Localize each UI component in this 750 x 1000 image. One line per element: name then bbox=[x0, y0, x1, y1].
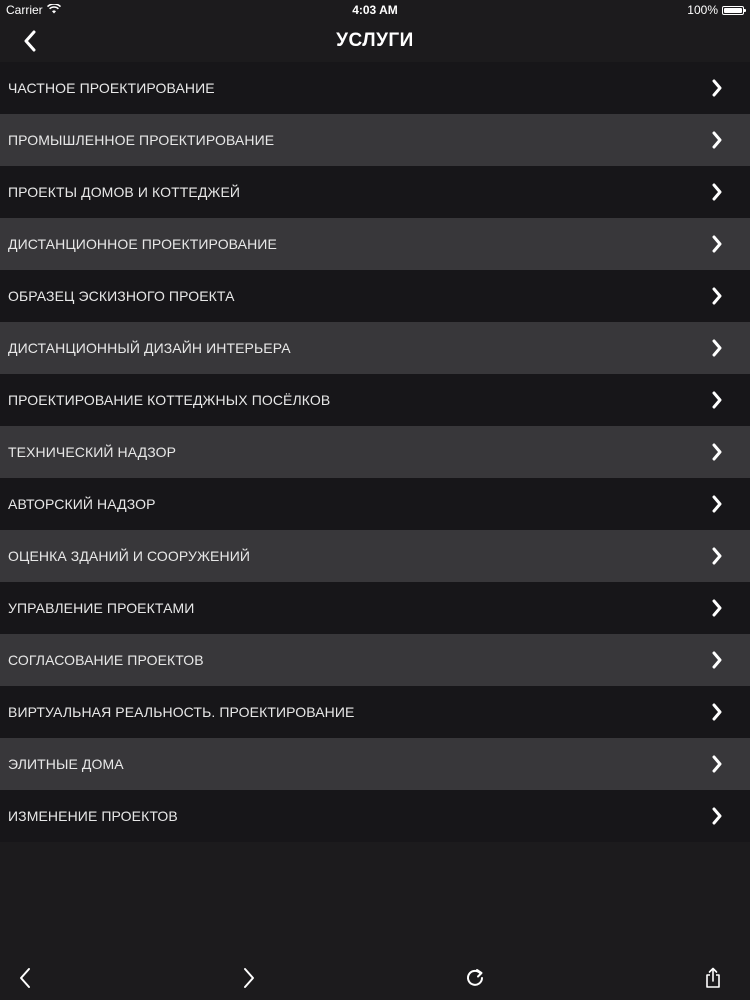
battery-percent: 100% bbox=[687, 3, 718, 17]
arrow-forward-icon bbox=[244, 968, 254, 988]
share-button[interactable] bbox=[698, 964, 728, 992]
service-row[interactable]: ВИРТУАЛЬНАЯ РЕАЛЬНОСТЬ. ПРОЕКТИРОВАНИЕ bbox=[0, 686, 750, 738]
service-row-label: АВТОРСКИЙ НАДЗОР bbox=[8, 496, 156, 512]
service-row-label: ИЗМЕНЕНИЕ ПРОЕКТОВ bbox=[8, 808, 178, 824]
service-row-label: ОЦЕНКА ЗДАНИЙ И СООРУЖЕНИЙ bbox=[8, 548, 251, 564]
service-row[interactable]: ПРОЕКТЫ ДОМОВ И КОТТЕДЖЕЙ bbox=[0, 166, 750, 218]
chevron-right-icon bbox=[710, 338, 724, 358]
chevron-right-icon bbox=[710, 286, 724, 306]
chevron-right-icon bbox=[710, 598, 724, 618]
service-row-label: ПРОЕКТЫ ДОМОВ И КОТТЕДЖЕЙ bbox=[8, 184, 241, 200]
battery-icon bbox=[722, 5, 746, 15]
service-row[interactable]: ЧАСТНОЕ ПРОЕКТИРОВАНИЕ bbox=[0, 62, 750, 114]
service-row-label: ДИСТАНЦИОННЫЙ ДИЗАЙН ИНТЕРЬЕРА bbox=[8, 340, 291, 356]
service-row[interactable]: ИЗМЕНЕНИЕ ПРОЕКТОВ bbox=[0, 790, 750, 842]
service-row[interactable]: ЭЛИТНЫЕ ДОМА bbox=[0, 738, 750, 790]
service-row[interactable]: УПРАВЛЕНИЕ ПРОЕКТАМИ bbox=[0, 582, 750, 634]
navigation-bar: УСЛУГИ bbox=[0, 20, 750, 62]
service-row-label: ЧАСТНОЕ ПРОЕКТИРОВАНИЕ bbox=[8, 80, 215, 96]
browser-forward-button[interactable] bbox=[234, 964, 264, 992]
service-row-label: ОБРАЗЕЦ ЭСКИЗНОГО ПРОЕКТА bbox=[8, 288, 235, 304]
status-right: 100% bbox=[687, 3, 746, 17]
status-left: Carrier bbox=[6, 3, 61, 17]
chevron-right-icon bbox=[710, 754, 724, 774]
service-row[interactable]: ОЦЕНКА ЗДАНИЙ И СООРУЖЕНИЙ bbox=[0, 530, 750, 582]
service-row-label: ТЕХНИЧЕСКИЙ НАДЗОР bbox=[8, 444, 177, 460]
service-row-label: ЭЛИТНЫЕ ДОМА bbox=[8, 756, 124, 772]
share-icon bbox=[706, 967, 720, 988]
chevron-right-icon bbox=[710, 442, 724, 462]
arrow-back-icon bbox=[20, 968, 30, 988]
service-row-label: СОГЛАСОВАНИЕ ПРОЕКТОВ bbox=[8, 652, 204, 668]
service-row[interactable]: ОБРАЗЕЦ ЭСКИЗНОГО ПРОЕКТА bbox=[0, 270, 750, 322]
chevron-right-icon bbox=[710, 182, 724, 202]
reload-icon bbox=[467, 969, 483, 986]
service-row[interactable]: ТЕХНИЧЕСКИЙ НАДЗОР bbox=[0, 426, 750, 478]
chevron-right-icon bbox=[710, 390, 724, 410]
browser-back-button[interactable] bbox=[10, 964, 40, 992]
service-row[interactable]: ПРОМЫШЛЕННОЕ ПРОЕКТИРОВАНИЕ bbox=[0, 114, 750, 166]
app-screen: Carrier 4:03 AM 100% УСЛУГИ ЧАСТНОЕ ПРОЕ… bbox=[0, 0, 750, 1000]
chevron-right-icon bbox=[710, 650, 724, 670]
service-row[interactable]: ПРОЕКТИРОВАНИЕ КОТТЕДЖНЫХ ПОСЁЛКОВ bbox=[0, 374, 750, 426]
status-bar: Carrier 4:03 AM 100% bbox=[0, 0, 750, 20]
bottom-toolbar bbox=[0, 956, 750, 1000]
service-row[interactable]: ДИСТАНЦИОННОЕ ПРОЕКТИРОВАНИЕ bbox=[0, 218, 750, 270]
chevron-right-icon bbox=[710, 78, 724, 98]
carrier-label: Carrier bbox=[6, 3, 43, 17]
chevron-right-icon bbox=[710, 234, 724, 254]
service-row-label: ДИСТАНЦИОННОЕ ПРОЕКТИРОВАНИЕ bbox=[8, 236, 277, 252]
service-row[interactable]: АВТОРСКИЙ НАДЗОР bbox=[0, 478, 750, 530]
chevron-right-icon bbox=[710, 546, 724, 566]
page-title: УСЛУГИ bbox=[336, 30, 414, 51]
service-row-label: ПРОЕКТИРОВАНИЕ КОТТЕДЖНЫХ ПОСЁЛКОВ bbox=[8, 392, 331, 408]
chevron-right-icon bbox=[710, 702, 724, 722]
chevron-right-icon bbox=[710, 130, 724, 150]
service-row-label: УПРАВЛЕНИЕ ПРОЕКТАМИ bbox=[8, 600, 195, 616]
reload-button[interactable] bbox=[460, 964, 490, 992]
status-time: 4:03 AM bbox=[352, 3, 398, 17]
battery-fill bbox=[724, 7, 742, 13]
services-list: ЧАСТНОЕ ПРОЕКТИРОВАНИЕ ПРОМЫШЛЕННОЕ ПРОЕК… bbox=[0, 62, 750, 842]
service-row-label: ПРОМЫШЛЕННОЕ ПРОЕКТИРОВАНИЕ bbox=[8, 132, 275, 148]
chevron-right-icon bbox=[710, 806, 724, 826]
wifi-icon bbox=[46, 3, 61, 17]
service-row[interactable]: ДИСТАНЦИОННЫЙ ДИЗАЙН ИНТЕРЬЕРА bbox=[0, 322, 750, 374]
service-row[interactable]: СОГЛАСОВАНИЕ ПРОЕКТОВ bbox=[0, 634, 750, 686]
service-row-label: ВИРТУАЛЬНАЯ РЕАЛЬНОСТЬ. ПРОЕКТИРОВАНИЕ bbox=[8, 704, 355, 720]
chevron-right-icon bbox=[710, 494, 724, 514]
